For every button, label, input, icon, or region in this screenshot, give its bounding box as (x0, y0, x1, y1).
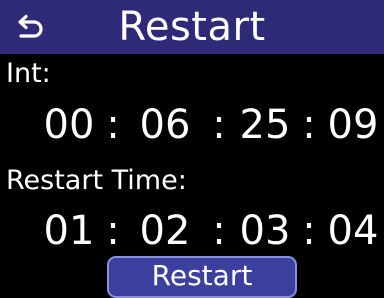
int-label: Int: (6, 58, 51, 89)
int-separator-1: : (106, 102, 120, 148)
restart-seconds[interactable]: 03 (234, 206, 296, 256)
int-minutes[interactable]: 06 (126, 100, 204, 150)
restart-minutes[interactable]: 02 (126, 206, 204, 256)
restart-timecode: 01 : 02 : 03 : 04 (0, 206, 384, 256)
restart-frames[interactable]: 04 (322, 206, 384, 256)
restart-separator-1: : (106, 208, 120, 254)
restart-button[interactable]: Restart (107, 256, 297, 298)
int-seconds[interactable]: 25 (234, 100, 296, 150)
restart-hours[interactable]: 01 (38, 206, 100, 256)
restart-separator-2: : (212, 208, 226, 254)
int-timecode: 00 : 06 : 25 : 09 (0, 100, 384, 150)
restart-time-label: Restart Time: (6, 165, 187, 196)
int-hours[interactable]: 00 (38, 100, 100, 150)
int-separator-3: : (302, 102, 316, 148)
page-title: Restart (118, 4, 266, 50)
restart-separator-3: : (302, 208, 316, 254)
int-frames[interactable]: 09 (322, 100, 384, 150)
header-bar: Restart (0, 0, 384, 54)
int-separator-2: : (212, 102, 226, 148)
